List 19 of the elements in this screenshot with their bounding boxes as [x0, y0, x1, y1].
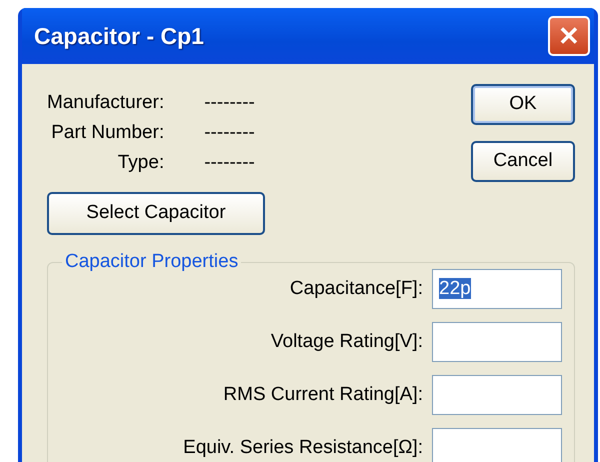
dialog-button[interactable]: Cancel — [471, 141, 575, 182]
field-label: Capacitance[F]: — [290, 276, 423, 301]
field-label: Part Number: — [50, 121, 164, 145]
input-field[interactable] — [432, 322, 562, 362]
field-value: -------- — [204, 121, 255, 145]
field-label: Manufacturer: — [47, 91, 164, 115]
window-title: Capacitor - Cp1 — [34, 22, 204, 51]
input-field[interactable]: 22p — [432, 269, 562, 309]
field-label: Equiv. Series Resistance[Ω]: — [183, 436, 423, 460]
field-label: Voltage Rating[V]: — [270, 330, 423, 354]
field-label: RMS Current Rating[A]: — [223, 382, 423, 407]
input-field[interactable] — [432, 428, 562, 462]
field-value: -------- — [204, 151, 255, 175]
close-button[interactable]: ✕ — [548, 16, 590, 56]
field-label: Type: — [116, 151, 164, 175]
select-capacitor-button[interactable]: Select Capacitor — [47, 192, 265, 235]
dialog-button[interactable]: OK — [471, 84, 575, 125]
input-field[interactable] — [432, 375, 562, 415]
field-value: -------- — [204, 91, 255, 115]
